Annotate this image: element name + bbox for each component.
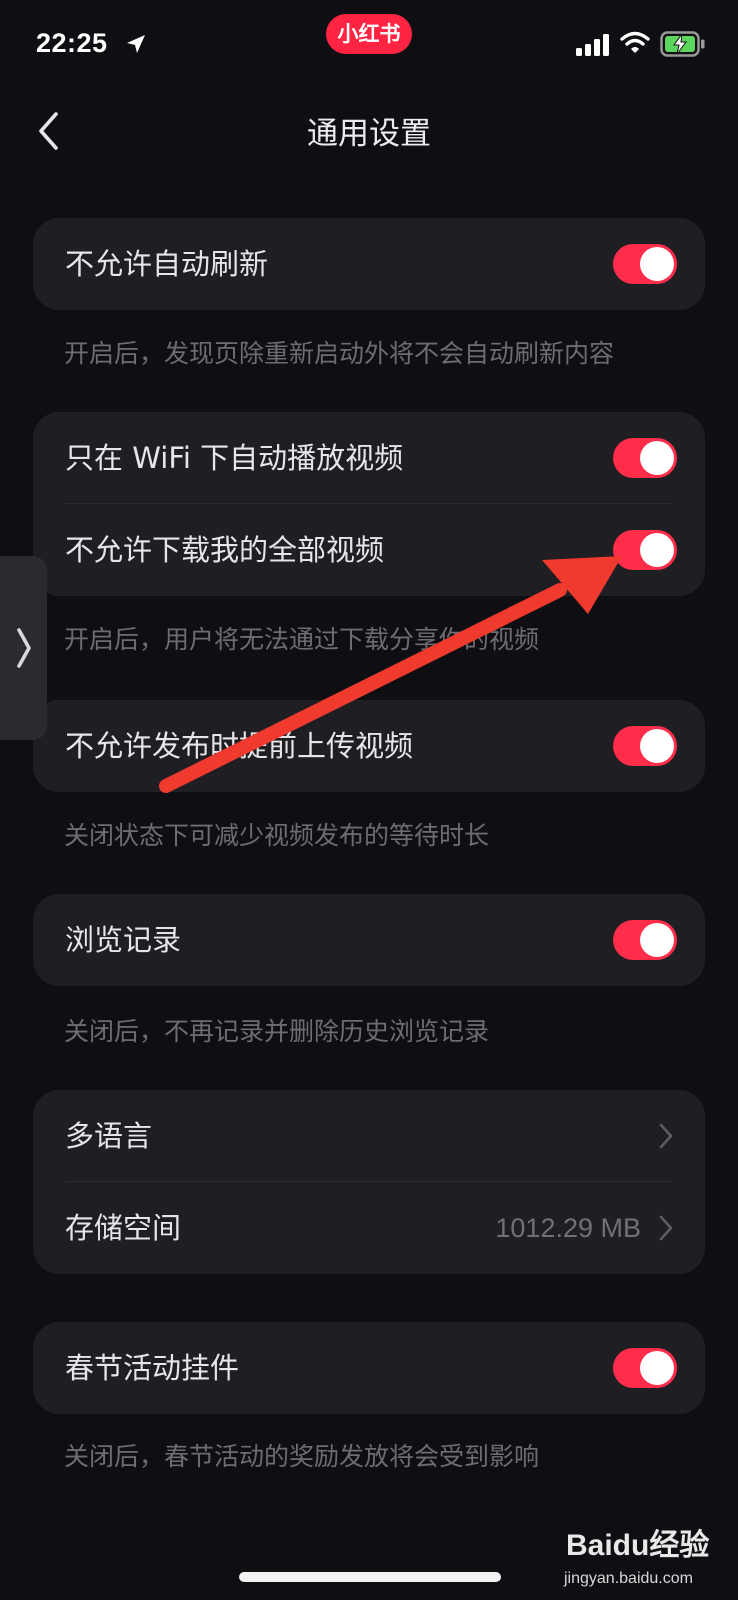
- status-time: 22:25: [36, 28, 108, 58]
- setting-row-auto-refresh[interactable]: 不允许自动刷新: [33, 218, 705, 310]
- settings-group-spring-festival: 春节活动挂件: [33, 1322, 705, 1414]
- hint-pre-upload: 关闭状态下可减少视频发布的等待时长: [64, 821, 490, 850]
- navigation-bar: 通用设置: [0, 90, 738, 170]
- disallow-download-toggle[interactable]: [613, 530, 677, 570]
- battery-charging-icon: [660, 31, 705, 57]
- setting-row-disallow-download[interactable]: 不允许下载我的全部视频: [33, 504, 705, 596]
- setting-label: 春节活动挂件: [65, 1351, 240, 1385]
- setting-label: 不允许下载我的全部视频: [65, 533, 385, 567]
- chevron-right-icon: [16, 628, 31, 668]
- setting-row-language[interactable]: 多语言: [33, 1090, 705, 1182]
- chevron-right-icon: [659, 1215, 673, 1241]
- setting-row-storage[interactable]: 存储空间 1012.29 MB: [33, 1182, 705, 1274]
- baidu-watermark: Baidu经验 jingyan.baidu.com: [562, 1520, 732, 1596]
- toggle-knob: [640, 533, 674, 567]
- hint-auto-refresh: 开启后，发现页除重新启动外将不会自动刷新内容: [64, 339, 615, 368]
- setting-label: 浏览记录: [65, 923, 182, 957]
- setting-label: 不允许发布时提前上传视频: [65, 729, 414, 763]
- toggle-knob: [640, 1351, 674, 1385]
- cellular-signal-icon: [576, 34, 609, 56]
- hint-spring-widget: 关闭后，春节活动的奖励发放将会受到影响: [64, 1442, 540, 1471]
- toggle-knob: [640, 247, 674, 281]
- location-arrow-icon: [127, 35, 145, 53]
- setting-label: 多语言: [65, 1119, 153, 1153]
- auto-refresh-toggle[interactable]: [613, 244, 677, 284]
- watermark-brand: Baidu经验: [566, 1529, 710, 1562]
- home-indicator: [239, 1572, 501, 1582]
- setting-row-wifi-autoplay[interactable]: 只在 WiFi 下自动播放视频: [33, 412, 705, 504]
- settings-group-auto-refresh: 不允许自动刷新: [33, 218, 705, 310]
- pre-upload-toggle[interactable]: [613, 726, 677, 766]
- settings-group-language-storage: 多语言 存储空间 1012.29 MB: [33, 1090, 705, 1274]
- settings-group-video: 只在 WiFi 下自动播放视频 不允许下载我的全部视频: [33, 412, 705, 596]
- watermark-site: jingyan.baidu.com: [564, 1570, 693, 1587]
- wifi-icon: [620, 31, 650, 53]
- setting-label: 存储空间: [65, 1211, 182, 1245]
- setting-row-browse-history[interactable]: 浏览记录: [33, 894, 705, 986]
- setting-label: 不允许自动刷新: [65, 247, 269, 281]
- browse-history-toggle[interactable]: [613, 920, 677, 960]
- status-bar: 22:25 小红书: [0, 0, 738, 90]
- app-badge[interactable]: 小红书: [326, 14, 412, 54]
- side-drawer-handle[interactable]: [0, 556, 47, 740]
- storage-size-value: 1012.29 MB: [495, 1213, 641, 1243]
- chevron-right-icon: [659, 1123, 673, 1149]
- toggle-knob: [640, 729, 674, 763]
- hint-browse-history: 关闭后，不再记录并删除历史浏览记录: [64, 1017, 490, 1046]
- setting-row-pre-upload[interactable]: 不允许发布时提前上传视频: [33, 700, 705, 792]
- setting-label: 只在 WiFi 下自动播放视频: [65, 441, 404, 475]
- setting-row-spring-widget[interactable]: 春节活动挂件: [33, 1322, 705, 1414]
- toggle-knob: [640, 441, 674, 475]
- spring-widget-toggle[interactable]: [613, 1348, 677, 1388]
- toggle-knob: [640, 923, 674, 957]
- hint-video-download: 开启后，用户将无法通过下载分享你的视频: [64, 625, 540, 654]
- page-title: 通用设置: [307, 116, 431, 152]
- wifi-autoplay-toggle[interactable]: [613, 438, 677, 478]
- settings-group-history: 浏览记录: [33, 894, 705, 986]
- settings-group-pre-upload: 不允许发布时提前上传视频: [33, 700, 705, 792]
